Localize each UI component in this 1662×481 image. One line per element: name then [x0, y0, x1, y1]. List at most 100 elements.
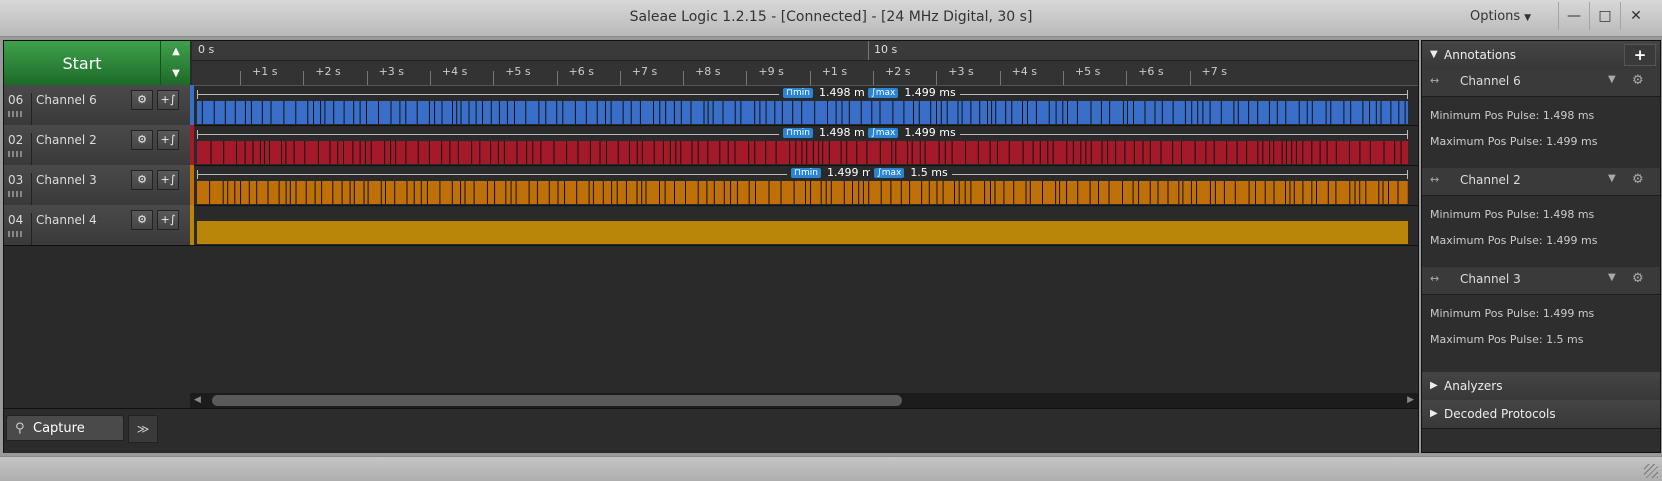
chevron-down-icon[interactable]: ▼ [1608, 272, 1616, 283]
max-pulse-value: 1.5 ms [910, 166, 947, 179]
gear-icon[interactable]: ⚙ [131, 210, 153, 230]
options-label: Options [1470, 9, 1520, 24]
analyzers-section-header[interactable]: ▶ Analyzers [1422, 372, 1660, 401]
annotation-channel: Channel 6 [1460, 74, 1521, 88]
chevron-down-icon[interactable]: ▼ [1608, 173, 1616, 184]
decoded-protocols-section-header[interactable]: ▶ Decoded Protocols [1422, 400, 1660, 429]
time-tick-label: +2 s [885, 65, 910, 78]
measurement-cap [1407, 90, 1408, 99]
pulse-measurement[interactable]: ⊓min1.498 ms∫max1.499 ms [197, 130, 1408, 139]
scrollbar-thumb[interactable] [212, 395, 902, 406]
time-tick-label: +2 s [315, 65, 340, 78]
channel-waveform[interactable] [197, 101, 1408, 124]
tab-capture[interactable]: ⚲ Capture [6, 415, 124, 441]
channel-waveform[interactable] [197, 141, 1408, 164]
gear-icon[interactable]: ⚙ [1632, 73, 1644, 88]
annotation-header[interactable]: ↔Channel 3▼⚙ [1422, 267, 1660, 295]
channel-row: 04Channel 4⚙+∫ [4, 205, 1418, 246]
time-tick-line [1063, 71, 1064, 85]
gear-icon[interactable]: ⚙ [1632, 271, 1644, 286]
time-tick-line [240, 71, 241, 85]
annotation-min: Minimum Pos Pulse: 1.498 ms [1430, 208, 1594, 221]
pulse-measurement[interactable]: ⊓min1.498 ms∫max1.499 ms [197, 90, 1408, 99]
time-tick-line [367, 71, 368, 85]
max-pulse-icon: ∫max [868, 88, 898, 98]
channel-label[interactable]: 04Channel 4⚙+∫ [4, 205, 191, 245]
add-annotation-button[interactable]: + [1624, 44, 1656, 66]
timeline-top: 0 s 10 s [192, 41, 1418, 61]
timeline-ruler[interactable]: 0 s 10 s +1 s+2 s+3 s+4 s+5 s+6 s+7 s+8 … [192, 41, 1418, 86]
more-tabs-button[interactable]: ≫ [128, 415, 158, 443]
time-tick-label: +4 s [442, 65, 467, 78]
measurement-cap [1407, 170, 1408, 179]
time-tick-label: +3 s [379, 65, 404, 78]
down-arrow-icon[interactable]: ▼ [161, 63, 191, 85]
max-measure: ∫max1.5 ms [870, 166, 952, 179]
double-arrow-icon: ↔ [1430, 173, 1439, 186]
double-arrow-icon: ↔ [1430, 74, 1439, 87]
gear-icon[interactable]: ⚙ [131, 90, 153, 110]
chevron-down-icon[interactable]: ▼ [1608, 74, 1616, 85]
start-button[interactable]: Start [4, 54, 160, 73]
decoded-protocols-title: Decoded Protocols [1444, 400, 1556, 428]
maximize-button[interactable]: □ [1589, 2, 1620, 30]
channel-label[interactable]: 02Channel 2⚙+∫ [4, 125, 191, 165]
add-analyzer-icon[interactable]: +∫ [157, 130, 179, 150]
time-tick-line [493, 71, 494, 85]
channel-label[interactable]: 03 Channel 3⚙+∫ [4, 165, 191, 205]
measurement-cap [1407, 130, 1408, 139]
scroll-left-icon[interactable]: ◀ [194, 393, 201, 408]
channel-row: 06Channel 6⚙+∫ ⊓min1.498 ms∫max1.499 ms [4, 85, 1418, 126]
drag-handle-icon[interactable] [8, 111, 22, 117]
scroll-right-icon[interactable]: ▶ [1407, 393, 1414, 408]
channel-waveform[interactable] [197, 181, 1408, 204]
gear-icon[interactable]: ⚙ [131, 130, 153, 150]
time-mark: 0 s [198, 43, 214, 56]
channel-color-marker [190, 125, 194, 165]
channel-row: 02Channel 2⚙+∫ ⊓min1.498 ms∫max1.499 ms [4, 125, 1418, 166]
annotation-max: Maximum Pos Pulse: 1.499 ms [1430, 135, 1598, 148]
annotation-min: Minimum Pos Pulse: 1.498 ms [1430, 109, 1594, 122]
gear-icon[interactable]: ⚙ [1632, 172, 1644, 187]
channel-name[interactable]: Channel 4 [31, 213, 126, 245]
capture-panel: Start ▲ ▼ 0 s 10 s +1 s +2 s +3 s +4 s +5 s +… [3, 40, 1419, 453]
add-analyzer-icon[interactable]: +∫ [157, 170, 179, 190]
min-measure: ⊓min1.498 ms [779, 86, 874, 99]
time-tick-line [430, 71, 431, 85]
add-analyzer-icon[interactable]: +∫ [157, 90, 179, 110]
horizontal-scrollbar[interactable]: ◀ ▶ [190, 393, 1418, 408]
minimize-button[interactable]: — [1558, 2, 1589, 30]
waveform-svg [197, 221, 1408, 244]
up-arrow-icon[interactable]: ▲ [161, 41, 191, 63]
time-tick-label: +5 s [1075, 65, 1100, 78]
channel-color-marker [190, 165, 194, 205]
gear-icon[interactable]: ⚙ [131, 170, 153, 190]
pulse-measurement[interactable]: ⊓min1.499 ms∫max1.5 ms [197, 170, 1408, 179]
time-tick-line [873, 71, 874, 85]
drag-handle-icon[interactable] [8, 231, 22, 237]
channel-waveform[interactable] [197, 221, 1408, 244]
add-analyzer-icon[interactable]: +∫ [157, 210, 179, 230]
min-measure: ⊓min1.498 ms [779, 126, 874, 139]
channel-number: 03 [8, 173, 23, 187]
options-menu[interactable]: Options▼ [1470, 9, 1531, 24]
time-tick-label: +4 s [1012, 65, 1037, 78]
annotation-header[interactable]: ↔ Channel 2 ▼ ⚙ [1422, 168, 1660, 196]
annotation-channel: Channel 2 [1460, 173, 1521, 187]
drag-handle-icon[interactable] [8, 191, 22, 197]
resize-grip-icon[interactable] [1644, 464, 1658, 478]
channel-name[interactable]: Channel 2 [31, 133, 126, 165]
channel-color-marker [190, 205, 194, 245]
channel-label[interactable]: 06Channel 6⚙+∫ [4, 85, 191, 125]
annotation-header[interactable]: ↔ Channel 6 ▼ ⚙ [1422, 69, 1660, 97]
waveform-svg [197, 141, 1408, 164]
drag-handle-icon[interactable] [8, 151, 22, 157]
close-button[interactable]: ✕ [1620, 2, 1651, 30]
time-tick-line [683, 71, 684, 85]
min-pulse-value: 1.498 ms [819, 86, 870, 99]
channel-name[interactable]: Channel 3 [31, 173, 126, 205]
channel-name[interactable]: Channel 6 [31, 93, 126, 125]
right-sidebar: ▼ Annotations + ↔ Channel 6 ▼ ⚙ Minimum Pos … [1421, 40, 1661, 453]
annotations-section-header[interactable]: ▼ Annotations + [1422, 41, 1660, 70]
time-tick-label: +1 s [252, 65, 277, 78]
